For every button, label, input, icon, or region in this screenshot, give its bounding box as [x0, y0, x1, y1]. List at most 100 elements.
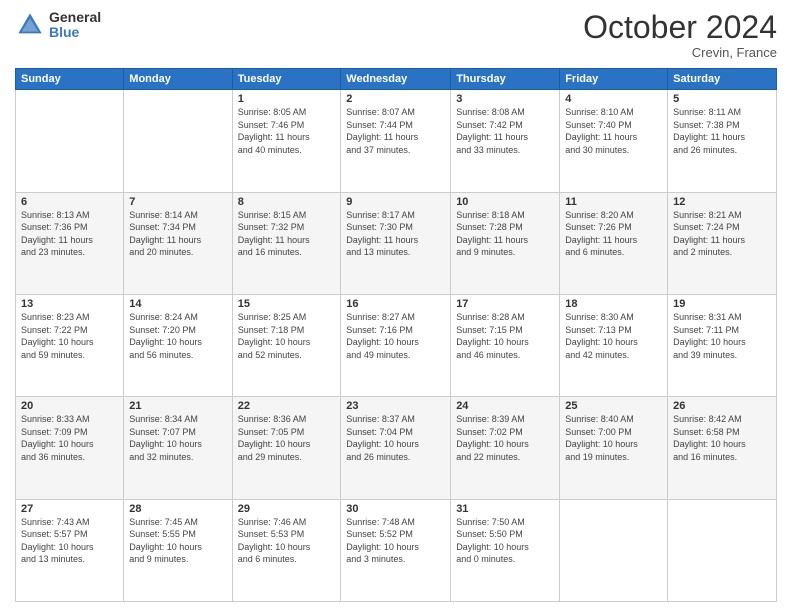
- day-number: 30: [346, 503, 445, 515]
- day-number: 2: [346, 93, 445, 105]
- calendar-cell: 5Sunrise: 8:11 AM Sunset: 7:38 PM Daylig…: [668, 90, 777, 192]
- day-info: Sunrise: 8:40 AM Sunset: 7:00 PM Dayligh…: [565, 413, 662, 463]
- day-number: 5: [673, 93, 771, 105]
- calendar-cell: 13Sunrise: 8:23 AM Sunset: 7:22 PM Dayli…: [16, 294, 124, 396]
- day-info: Sunrise: 8:39 AM Sunset: 7:02 PM Dayligh…: [456, 413, 554, 463]
- day-info: Sunrise: 8:36 AM Sunset: 7:05 PM Dayligh…: [238, 413, 336, 463]
- weekday-header: Tuesday: [232, 69, 341, 90]
- calendar-cell: 8Sunrise: 8:15 AM Sunset: 7:32 PM Daylig…: [232, 192, 341, 294]
- calendar-cell: 23Sunrise: 8:37 AM Sunset: 7:04 PM Dayli…: [341, 397, 451, 499]
- calendar-cell: 10Sunrise: 8:18 AM Sunset: 7:28 PM Dayli…: [451, 192, 560, 294]
- day-number: 12: [673, 196, 771, 208]
- day-number: 16: [346, 298, 445, 310]
- logo-icon: [15, 10, 45, 40]
- weekday-header: Thursday: [451, 69, 560, 90]
- calendar-cell: 4Sunrise: 8:10 AM Sunset: 7:40 PM Daylig…: [560, 90, 668, 192]
- day-info: Sunrise: 8:14 AM Sunset: 7:34 PM Dayligh…: [129, 209, 226, 259]
- day-info: Sunrise: 8:31 AM Sunset: 7:11 PM Dayligh…: [673, 311, 771, 361]
- calendar-cell: 12Sunrise: 8:21 AM Sunset: 7:24 PM Dayli…: [668, 192, 777, 294]
- day-info: Sunrise: 8:34 AM Sunset: 7:07 PM Dayligh…: [129, 413, 226, 463]
- day-info: Sunrise: 8:25 AM Sunset: 7:18 PM Dayligh…: [238, 311, 336, 361]
- calendar-cell: 26Sunrise: 8:42 AM Sunset: 6:58 PM Dayli…: [668, 397, 777, 499]
- day-info: Sunrise: 8:13 AM Sunset: 7:36 PM Dayligh…: [21, 209, 118, 259]
- calendar-cell: 14Sunrise: 8:24 AM Sunset: 7:20 PM Dayli…: [124, 294, 232, 396]
- day-number: 24: [456, 400, 554, 412]
- day-number: 22: [238, 400, 336, 412]
- day-number: 11: [565, 196, 662, 208]
- day-info: Sunrise: 8:07 AM Sunset: 7:44 PM Dayligh…: [346, 106, 445, 156]
- calendar-cell: 31Sunrise: 7:50 AM Sunset: 5:50 PM Dayli…: [451, 499, 560, 601]
- day-info: Sunrise: 8:08 AM Sunset: 7:42 PM Dayligh…: [456, 106, 554, 156]
- day-info: Sunrise: 8:10 AM Sunset: 7:40 PM Dayligh…: [565, 106, 662, 156]
- day-number: 10: [456, 196, 554, 208]
- day-number: 29: [238, 503, 336, 515]
- day-number: 1: [238, 93, 336, 105]
- day-info: Sunrise: 7:43 AM Sunset: 5:57 PM Dayligh…: [21, 516, 118, 566]
- day-info: Sunrise: 8:24 AM Sunset: 7:20 PM Dayligh…: [129, 311, 226, 361]
- logo-blue: Blue: [49, 25, 101, 40]
- calendar-week-row: 20Sunrise: 8:33 AM Sunset: 7:09 PM Dayli…: [16, 397, 777, 499]
- day-number: 17: [456, 298, 554, 310]
- calendar-cell: 16Sunrise: 8:27 AM Sunset: 7:16 PM Dayli…: [341, 294, 451, 396]
- day-info: Sunrise: 8:20 AM Sunset: 7:26 PM Dayligh…: [565, 209, 662, 259]
- day-number: 3: [456, 93, 554, 105]
- day-number: 23: [346, 400, 445, 412]
- day-info: Sunrise: 8:27 AM Sunset: 7:16 PM Dayligh…: [346, 311, 445, 361]
- logo-text: General Blue: [49, 10, 101, 41]
- calendar-cell: 25Sunrise: 8:40 AM Sunset: 7:00 PM Dayli…: [560, 397, 668, 499]
- title-block: October 2024 Crevin, France: [583, 10, 777, 60]
- calendar-cell: 3Sunrise: 8:08 AM Sunset: 7:42 PM Daylig…: [451, 90, 560, 192]
- weekday-header: Saturday: [668, 69, 777, 90]
- calendar-week-row: 1Sunrise: 8:05 AM Sunset: 7:46 PM Daylig…: [16, 90, 777, 192]
- day-number: 31: [456, 503, 554, 515]
- day-number: 18: [565, 298, 662, 310]
- calendar-cell: [560, 499, 668, 601]
- day-number: 21: [129, 400, 226, 412]
- day-info: Sunrise: 7:46 AM Sunset: 5:53 PM Dayligh…: [238, 516, 336, 566]
- calendar-cell: 18Sunrise: 8:30 AM Sunset: 7:13 PM Dayli…: [560, 294, 668, 396]
- page: General Blue October 2024 Crevin, France…: [0, 0, 792, 612]
- calendar-cell: [16, 90, 124, 192]
- calendar-week-row: 6Sunrise: 8:13 AM Sunset: 7:36 PM Daylig…: [16, 192, 777, 294]
- calendar-week-row: 27Sunrise: 7:43 AM Sunset: 5:57 PM Dayli…: [16, 499, 777, 601]
- weekday-header: Sunday: [16, 69, 124, 90]
- day-info: Sunrise: 8:17 AM Sunset: 7:30 PM Dayligh…: [346, 209, 445, 259]
- calendar-cell: 27Sunrise: 7:43 AM Sunset: 5:57 PM Dayli…: [16, 499, 124, 601]
- day-number: 28: [129, 503, 226, 515]
- calendar-cell: 28Sunrise: 7:45 AM Sunset: 5:55 PM Dayli…: [124, 499, 232, 601]
- subtitle: Crevin, France: [583, 45, 777, 60]
- day-info: Sunrise: 7:50 AM Sunset: 5:50 PM Dayligh…: [456, 516, 554, 566]
- day-number: 26: [673, 400, 771, 412]
- day-number: 6: [21, 196, 118, 208]
- calendar-cell: 17Sunrise: 8:28 AM Sunset: 7:15 PM Dayli…: [451, 294, 560, 396]
- calendar-cell: 2Sunrise: 8:07 AM Sunset: 7:44 PM Daylig…: [341, 90, 451, 192]
- day-number: 13: [21, 298, 118, 310]
- calendar-cell: [124, 90, 232, 192]
- day-info: Sunrise: 7:45 AM Sunset: 5:55 PM Dayligh…: [129, 516, 226, 566]
- calendar-cell: [668, 499, 777, 601]
- day-info: Sunrise: 8:28 AM Sunset: 7:15 PM Dayligh…: [456, 311, 554, 361]
- day-number: 15: [238, 298, 336, 310]
- day-info: Sunrise: 8:37 AM Sunset: 7:04 PM Dayligh…: [346, 413, 445, 463]
- weekday-header: Friday: [560, 69, 668, 90]
- calendar-cell: 22Sunrise: 8:36 AM Sunset: 7:05 PM Dayli…: [232, 397, 341, 499]
- day-info: Sunrise: 8:42 AM Sunset: 6:58 PM Dayligh…: [673, 413, 771, 463]
- logo-general: General: [49, 10, 101, 25]
- weekday-header: Wednesday: [341, 69, 451, 90]
- day-info: Sunrise: 8:33 AM Sunset: 7:09 PM Dayligh…: [21, 413, 118, 463]
- day-number: 25: [565, 400, 662, 412]
- calendar-cell: 20Sunrise: 8:33 AM Sunset: 7:09 PM Dayli…: [16, 397, 124, 499]
- calendar-cell: 24Sunrise: 8:39 AM Sunset: 7:02 PM Dayli…: [451, 397, 560, 499]
- day-info: Sunrise: 8:11 AM Sunset: 7:38 PM Dayligh…: [673, 106, 771, 156]
- day-number: 19: [673, 298, 771, 310]
- weekday-header: Monday: [124, 69, 232, 90]
- calendar-table: SundayMondayTuesdayWednesdayThursdayFrid…: [15, 68, 777, 602]
- calendar-cell: 19Sunrise: 8:31 AM Sunset: 7:11 PM Dayli…: [668, 294, 777, 396]
- calendar-cell: 9Sunrise: 8:17 AM Sunset: 7:30 PM Daylig…: [341, 192, 451, 294]
- day-number: 20: [21, 400, 118, 412]
- day-number: 14: [129, 298, 226, 310]
- day-info: Sunrise: 8:18 AM Sunset: 7:28 PM Dayligh…: [456, 209, 554, 259]
- calendar-cell: 11Sunrise: 8:20 AM Sunset: 7:26 PM Dayli…: [560, 192, 668, 294]
- day-number: 27: [21, 503, 118, 515]
- calendar-cell: 21Sunrise: 8:34 AM Sunset: 7:07 PM Dayli…: [124, 397, 232, 499]
